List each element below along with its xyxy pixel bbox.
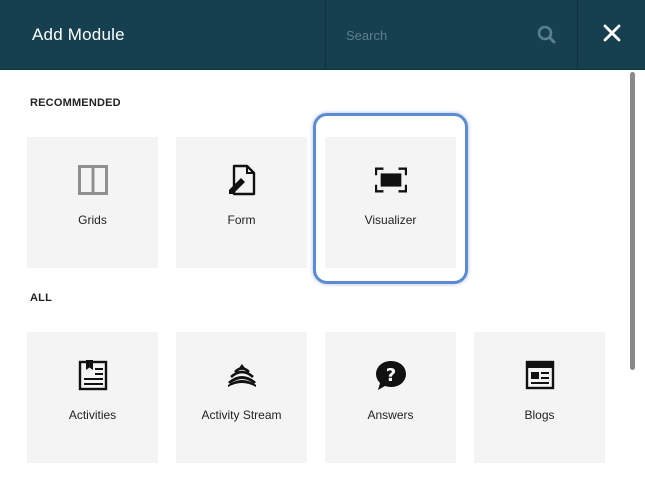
svg-text:?: ? (385, 365, 395, 386)
activities-icon (77, 359, 109, 391)
module-label: Form (227, 213, 256, 227)
close-button[interactable] (578, 0, 645, 70)
module-label: Answers (367, 408, 414, 422)
module-label: Grids (78, 213, 107, 227)
modal-header: Add Module (0, 0, 645, 70)
module-label: Blogs (524, 408, 555, 422)
search-input[interactable] (346, 22, 526, 48)
module-tile-activity-stream[interactable]: Activity Stream (176, 332, 307, 463)
module-tile-blogs[interactable]: Blogs (474, 332, 605, 463)
form-icon (226, 164, 258, 196)
search-icon[interactable] (536, 24, 558, 46)
module-tile-activities[interactable]: Activities (27, 332, 158, 463)
section-label-all: ALL (30, 292, 52, 304)
grids-icon (77, 164, 109, 196)
modal-body: RECOMMENDED Grids Form Visualizer ALL Ac… (0, 70, 645, 480)
blogs-icon (524, 359, 556, 391)
vertical-scrollbar[interactable] (630, 72, 635, 370)
module-tile-form[interactable]: Form (176, 137, 307, 268)
module-label: Activities (68, 408, 117, 422)
visualizer-icon (374, 164, 407, 196)
module-tile-answers[interactable]: ? Answers (325, 332, 456, 463)
module-label: Activity Stream (201, 408, 282, 422)
close-icon[interactable] (603, 24, 621, 47)
module-tile-visualizer[interactable]: Visualizer (325, 137, 456, 268)
module-tile-grids[interactable]: Grids (27, 137, 158, 268)
search-box[interactable] (325, 0, 578, 70)
section-label-recommended: RECOMMENDED (30, 97, 121, 109)
answers-icon: ? (375, 359, 407, 391)
activity-stream-icon (226, 359, 258, 391)
modal-title: Add Module (32, 25, 125, 44)
module-label: Visualizer (364, 213, 417, 227)
